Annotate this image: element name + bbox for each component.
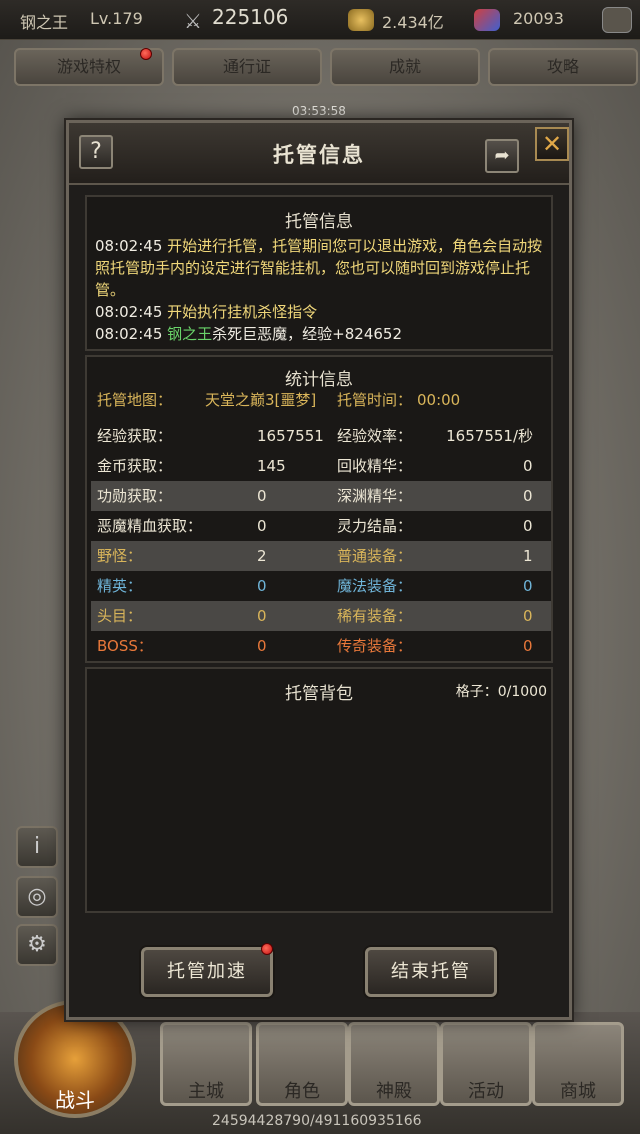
stat-label: 功勋获取： <box>97 487 173 505</box>
stat-value: 0 <box>523 607 533 625</box>
notification-dot <box>261 943 273 955</box>
stat-row: 头目： 0 稀有装备： 0 <box>91 601 551 631</box>
nav-guide[interactable]: 攻略 <box>488 48 638 86</box>
log-panel: 托管信息 08:02:45 开始进行托管，托管期间您可以退出游戏，角色会自动按照… <box>85 195 553 351</box>
end-auto-battle-button[interactable]: 结束托管 <box>365 947 497 997</box>
gold-coin-icon <box>348 9 374 31</box>
map-name: 天堂之巅3[噩梦] <box>205 391 317 409</box>
log-line: 08:02:45 钢之王杀死巨恶魔，经验+824652 <box>95 325 403 343</box>
log-line: 08:02:45 开始进行托管，托管期间您可以退出游戏，角色会自动按照托管助手内… <box>95 237 543 299</box>
stat-label: 野怪： <box>97 547 143 565</box>
stat-value: 0 <box>257 487 267 505</box>
stat-row: 金币获取： 145 回收精华： 0 <box>91 451 551 481</box>
auto-battle-modal: ? 托管信息 ➦ ✕ 托管信息 08:02:45 开始进行托管，托管期间您可以退… <box>66 120 572 1020</box>
swords-icon: ⚔ <box>184 9 202 33</box>
notification-dot <box>140 48 152 60</box>
log-player-name: 钢之王 <box>167 325 213 343</box>
stat-label: 回收精华： <box>337 457 413 475</box>
player-name[interactable]: 钢之王 <box>20 9 68 33</box>
stat-row: 恶魔精血获取： 0 灵力结晶： 0 <box>91 511 551 541</box>
stat-label: 灵力结晶： <box>337 517 413 535</box>
stat-label: 传奇装备： <box>337 637 413 655</box>
gem-icon <box>474 9 500 31</box>
nav-battle-pass[interactable]: 通行证 <box>172 48 322 86</box>
stat-label: 经验获取： <box>97 427 173 445</box>
stat-label: 恶魔精血获取： <box>97 517 203 535</box>
bag-panel: 托管背包 格子：0/1000 <box>85 667 553 913</box>
settings-gear-icon[interactable]: ⚙ <box>16 924 58 966</box>
log-line: 08:02:45 开始执行挂机杀怪指令 <box>95 303 318 321</box>
location-icon[interactable]: ◎ <box>16 876 58 918</box>
stat-value: 0 <box>523 577 533 595</box>
stat-value: 0 <box>257 517 267 535</box>
stat-label: 深渊精华： <box>337 487 413 505</box>
stat-value: 1657551 <box>257 427 324 445</box>
activity-button[interactable]: 活动 <box>440 1022 532 1106</box>
gem-amount: 20093 <box>513 9 564 28</box>
stat-label: 普通装备： <box>337 547 413 565</box>
temple-button[interactable]: 神殿 <box>348 1022 440 1106</box>
share-arrow-icon[interactable]: ➦ <box>485 139 519 173</box>
gold-amount: 2.434亿 <box>382 13 444 32</box>
stat-value: 0 <box>523 637 533 655</box>
stat-value: 0 <box>523 457 533 475</box>
stat-label: 精英： <box>97 577 143 595</box>
nav-achievements[interactable]: 成就 <box>330 48 480 86</box>
stats-panel: 统计信息 托管地图： 天堂之巅3[噩梦] 托管时间： 00:00 经验获取： 16… <box>85 355 553 663</box>
modal-header: ? 托管信息 ➦ <box>69 123 569 185</box>
player-level: Lv.179 <box>90 9 143 28</box>
close-button[interactable]: ✕ <box>535 127 569 161</box>
stat-label: 头目： <box>97 607 143 625</box>
stat-value: 0 <box>257 637 267 655</box>
stat-label: 魔法装备： <box>337 577 413 595</box>
combat-power-value: 225106 <box>212 5 289 29</box>
top-status-bar: 钢之王 Lv.179 ⚔ 225106 2.434亿 20093 <box>0 0 640 40</box>
main-city-button[interactable]: 主城 <box>160 1022 252 1106</box>
stat-row: BOSS： 0 传奇装备： 0 <box>91 631 551 661</box>
experience-progress-text: 24594428790/491160935166 <box>212 1113 422 1129</box>
stat-label: 经验效率： <box>337 427 413 445</box>
map-time-row: 托管地图： 天堂之巅3[噩梦] 托管时间： 00:00 <box>91 385 551 415</box>
stat-value: 0 <box>257 577 267 595</box>
top-nav-row: 游戏特权 通行证 成就 攻略 <box>0 48 640 88</box>
info-button[interactable]: i <box>16 826 58 868</box>
stat-value: 0 <box>523 487 533 505</box>
stat-label: BOSS： <box>97 637 153 655</box>
stat-value: 0 <box>257 607 267 625</box>
bag-slot-count: 格子：0/1000 <box>455 684 547 700</box>
stat-label: 金币获取： <box>97 457 173 475</box>
log-panel-title: 托管信息 <box>285 212 353 232</box>
speedup-button[interactable]: 托管加速 <box>141 947 273 997</box>
stat-value: 1 <box>523 547 533 565</box>
shop-button[interactable]: 商城 <box>532 1022 624 1106</box>
stat-row: 经验获取： 1657551 经验效率： 1657551/秒 <box>91 421 551 451</box>
menu-icon[interactable] <box>602 7 632 33</box>
stat-value: 2 <box>257 547 267 565</box>
character-button[interactable]: 角色 <box>256 1022 348 1106</box>
stat-row: 野怪： 2 普通装备： 1 <box>91 541 551 571</box>
stat-value: 1657551/秒 <box>446 427 533 445</box>
event-timer: 03:53:58 <box>292 104 346 118</box>
stat-label: 稀有装备： <box>337 607 413 625</box>
stat-row: 功勋获取： 0 深渊精华： 0 <box>91 481 551 511</box>
elapsed-time: 00:00 <box>417 391 461 409</box>
stat-value: 145 <box>257 457 286 475</box>
log-list[interactable]: 08:02:45 开始进行托管，托管期间您可以退出游戏，角色会自动按照托管助手内… <box>95 235 545 345</box>
stat-value: 0 <box>523 517 533 535</box>
stat-row: 精英： 0 魔法装备： 0 <box>91 571 551 601</box>
